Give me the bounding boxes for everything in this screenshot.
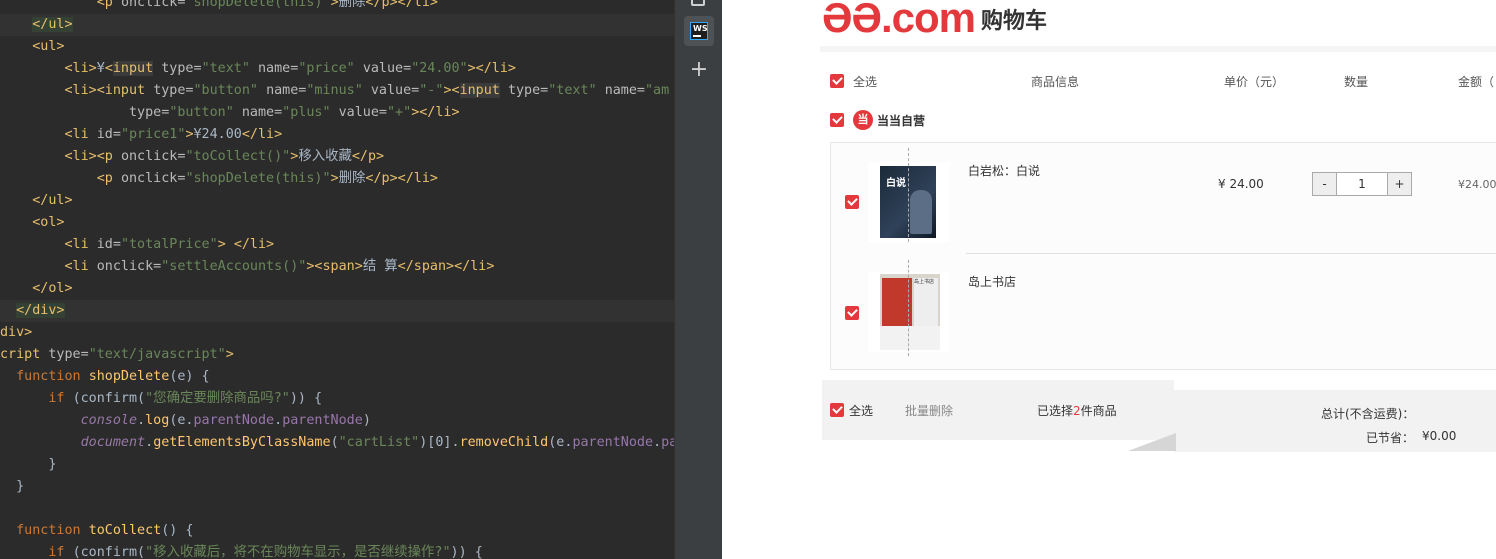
item-dashed-divider xyxy=(908,148,909,242)
item-checkbox[interactable] xyxy=(845,306,859,320)
code-line[interactable]: <p onclick="shopDelete(this)">删除</p></li… xyxy=(0,168,438,190)
footer-select-all[interactable]: 全选 xyxy=(849,402,873,419)
code-line[interactable]: console.log(e.parentNode.parentNode) xyxy=(0,410,371,432)
code-line[interactable]: </ol> xyxy=(0,278,72,300)
quantity-stepper: - + xyxy=(1312,172,1412,196)
footer-bar xyxy=(822,380,1174,440)
item-price: ¥ 24.00 xyxy=(1218,177,1264,191)
shop-icon: 当 xyxy=(853,110,873,130)
header-quantity: 数量 xyxy=(1344,75,1369,89)
code-line[interactable]: function toCollect() { xyxy=(0,520,193,542)
minus-button[interactable]: - xyxy=(1313,173,1337,195)
header-amount: 金额（ xyxy=(1458,75,1495,89)
selected-count: 2 xyxy=(1073,404,1081,418)
total-label: 总计(不含运费)： xyxy=(1321,407,1415,421)
code-line[interactable]: document.getElementsByClassName("cartLis… xyxy=(0,432,674,454)
site-logo[interactable]: ƏƏ.com 购物车 xyxy=(822,0,1048,41)
header-divider xyxy=(820,46,1496,52)
footer-fold-shadow xyxy=(1128,433,1176,451)
book-cover-image[interactable]: 岛上书店 xyxy=(868,272,950,352)
saved-label: 已节省： xyxy=(1366,431,1415,445)
item-title[interactable]: 白岩松：白说 xyxy=(968,162,1040,179)
webstorm-icon: WS xyxy=(690,22,708,40)
footer-fold xyxy=(1129,390,1174,434)
header-product-info: 商品信息 xyxy=(1031,75,1080,89)
tool-strip: WS + xyxy=(674,0,722,559)
code-line[interactable]: } xyxy=(0,454,56,476)
code-line[interactable]: function shopDelete(e) { xyxy=(0,366,210,388)
select-all-checkbox[interactable] xyxy=(830,74,844,88)
logo-mark: ƏƏ.com xyxy=(822,0,976,41)
code-line[interactable]: </div> xyxy=(0,300,674,322)
code-line[interactable]: <li><input type="button" name="minus" va… xyxy=(0,80,669,102)
code-line[interactable]: <p onclick="shopDelete(this)">删除</p></li… xyxy=(0,0,438,14)
logo-text: 购物车 xyxy=(981,9,1048,34)
header-unit-price: 单价（元） xyxy=(1224,75,1285,89)
code-line[interactable]: type="button" name="plus" value="+"></li… xyxy=(0,102,460,124)
code-line[interactable]: div> xyxy=(0,322,32,344)
selected-count-text: 已选择2件商品 xyxy=(1037,404,1117,418)
header-select-all: 全选 xyxy=(853,75,878,89)
webstorm-button[interactable]: WS xyxy=(684,16,714,46)
add-icon[interactable]: + xyxy=(689,59,709,81)
saved-value: ¥0.00 xyxy=(1422,429,1457,443)
quantity-input[interactable] xyxy=(1337,173,1387,195)
code-line[interactable]: } xyxy=(0,476,24,498)
shop-name: 当当自营 xyxy=(877,114,926,128)
item-title[interactable]: 岛上书店 xyxy=(968,273,1016,290)
item-divider xyxy=(966,253,1496,254)
window-icon[interactable] xyxy=(691,0,705,6)
item-checkbox[interactable] xyxy=(845,195,859,209)
item-amount: ¥24.00 xyxy=(1458,178,1496,191)
shop-checkbox[interactable] xyxy=(830,113,844,127)
code-line[interactable]: <li>¥<input type="text" name="price" val… xyxy=(0,58,516,80)
batch-delete-button[interactable]: 批量删除 xyxy=(905,402,953,419)
item-dashed-divider xyxy=(908,260,909,356)
code-line[interactable]: if (confirm("移入收藏后，将不在购物车显示，是否继续操作?")) { xyxy=(0,542,482,559)
code-line[interactable]: if (confirm("您确定要删除商品吗?")) { xyxy=(0,388,322,410)
code-line[interactable]: </ul> xyxy=(0,190,72,212)
code-line[interactable]: <li id="price1">¥24.00</li> xyxy=(0,124,283,146)
code-line[interactable]: <ol> xyxy=(0,212,64,234)
footer-select-all-checkbox[interactable] xyxy=(830,403,844,417)
code-line[interactable]: <ul> xyxy=(0,36,64,58)
code-editor[interactable]: <p onclick="shopDelete(this)">删除</p></li… xyxy=(0,0,674,559)
cart-preview: ƏƏ.com 购物车 全选 商品信息 单价（元） 数量 金额（ 当 当当自营 白… xyxy=(722,0,1496,559)
code-line[interactable]: </ul> xyxy=(0,14,674,36)
code-line[interactable]: cript type="text/javascript"> xyxy=(0,344,234,366)
code-line[interactable]: <li id="totalPrice"> </li> xyxy=(0,234,275,256)
code-line[interactable]: <li><p onclick="toCollect()">移入收藏</p> xyxy=(0,146,385,168)
book-cover-image[interactable]: 白说 xyxy=(868,162,950,242)
plus-button[interactable]: + xyxy=(1387,173,1411,195)
code-line[interactable]: <li onclick="settleAccounts()"><span>结 算… xyxy=(0,256,495,278)
